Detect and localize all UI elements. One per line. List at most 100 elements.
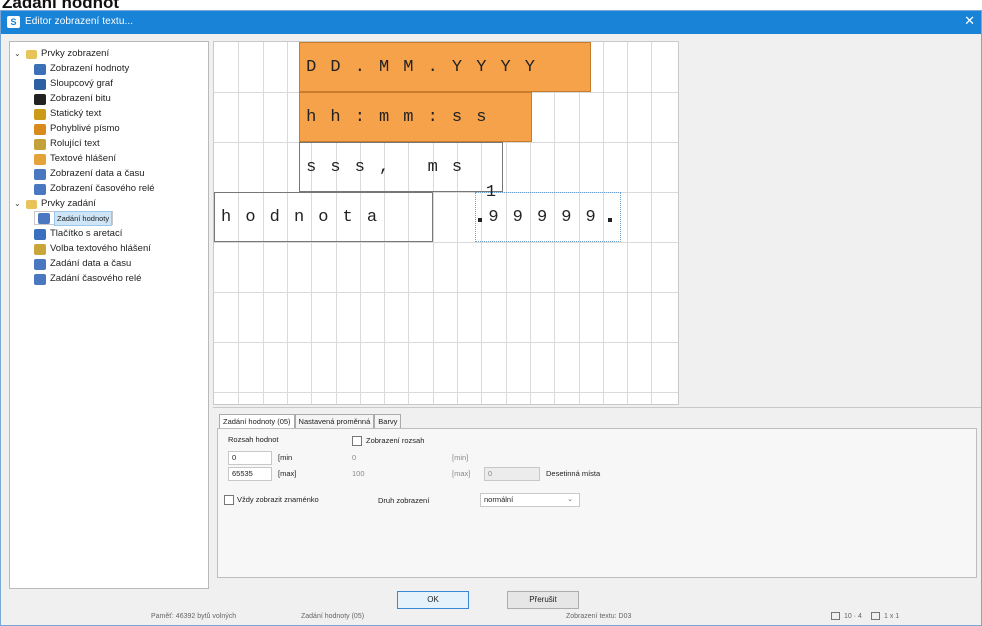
grid-line	[627, 42, 629, 404]
app-icon: S	[7, 16, 20, 28]
tree-item-label: Statický text	[50, 108, 102, 119]
canvas-char: s	[330, 157, 341, 177]
element-icon	[34, 273, 46, 285]
cancel-button[interactable]: Přerušit	[507, 591, 579, 609]
tree-item-label: Zadání hodnoty	[54, 210, 113, 226]
chevron-down-icon[interactable]: ⌄	[14, 196, 24, 212]
max-unit-label: [max]	[278, 469, 297, 478]
tree-item[interactable]: Zobrazení data a času	[34, 166, 145, 182]
canvas-char: .	[427, 57, 438, 77]
tree-item[interactable]: Zobrazení časového relé	[34, 181, 155, 197]
tab-value-input[interactable]: Zadání hodnoty (05)	[219, 414, 295, 428]
tree-group[interactable]: ⌄ Prvky zobrazení	[14, 46, 109, 62]
tree-item-label: Zadání data a času	[50, 258, 132, 269]
element-icon	[34, 93, 46, 105]
max-value-input[interactable]: 65535	[228, 467, 272, 481]
tree-item[interactable]: Volba textového hlášení	[34, 241, 151, 257]
tree-item-label: Pohyblivé písmo	[50, 123, 120, 134]
close-icon[interactable]: ✕	[964, 14, 975, 28]
ok-button[interactable]: OK	[397, 591, 469, 609]
zoom-icon	[871, 612, 880, 620]
display-canvas[interactable]: DD.MM.YYYYhh:mm:sssss,mshodnota999991	[213, 41, 679, 405]
canvas-char: :	[427, 107, 438, 127]
canvas-char: M	[403, 57, 414, 77]
tree-item-label: Zobrazení časového relé	[50, 183, 155, 194]
canvas-char: m	[403, 107, 414, 127]
canvas-char: h	[221, 207, 232, 227]
tree-item-label: Zobrazení bitu	[50, 93, 111, 104]
canvas-char: d	[269, 207, 280, 227]
canvas-char: Y	[500, 57, 511, 77]
canvas-char: ,	[378, 157, 390, 177]
canvas-char: s	[476, 107, 487, 127]
tree-item[interactable]: Zobrazení bitu	[34, 91, 111, 107]
tree-item[interactable]: Zadání hodnoty	[34, 210, 114, 226]
canvas-char: a	[366, 207, 378, 227]
tab-colors[interactable]: Barvy	[374, 414, 402, 428]
grid-line	[214, 292, 678, 293]
element-icon	[34, 123, 46, 135]
index-marker: 1	[485, 182, 497, 202]
property-tabs: Zadání hodnoty (05) Nastavená proměnná B…	[219, 414, 402, 428]
show-range-checkbox[interactable]	[352, 436, 362, 446]
tree-item[interactable]: Zadání časového relé	[34, 271, 141, 287]
tree-item[interactable]: Tlačítko s aretací	[34, 226, 122, 242]
tree-item-label: Zadání časového relé	[50, 273, 142, 284]
tree-item[interactable]: Zobrazení hodnoty	[34, 61, 129, 77]
tree-item[interactable]: Sloupcový graf	[34, 76, 113, 92]
canvas-char: h	[330, 107, 341, 127]
show-min-value: 0	[352, 453, 357, 462]
canvas-char: n	[293, 207, 305, 227]
window-title: Editor zobrazení textu...	[25, 16, 134, 27]
display-type-select[interactable]: normální ⌄	[480, 493, 580, 507]
properties-panel: Zadání hodnoty (05) Nastavená proměnná B…	[213, 407, 981, 587]
canvas-char: s	[451, 107, 463, 127]
min-value-input[interactable]: 0	[228, 451, 272, 465]
canvas-char: s	[451, 157, 463, 177]
canvas-char	[396, 142, 420, 192]
tree-group-label: Prvky zobrazení	[41, 48, 110, 59]
canvas-char: 9	[585, 207, 596, 227]
status-zoom: 1 x 1	[884, 613, 900, 620]
show-max-unit: [max]	[452, 469, 471, 478]
canvas-char: D	[306, 57, 317, 77]
canvas-char: s	[306, 157, 317, 177]
grid-icon	[831, 612, 840, 620]
canvas-char: D	[330, 57, 341, 77]
tree-item[interactable]: Rolující text	[34, 136, 100, 152]
folder-icon	[26, 199, 37, 209]
tree-item-label: Rolující text	[50, 138, 100, 149]
canvas-char: Y	[476, 57, 487, 77]
chevron-down-icon[interactable]: ⌄	[14, 46, 24, 62]
tab-variable[interactable]: Nastavená proměnná	[294, 414, 375, 428]
element-icon	[34, 168, 46, 180]
tree-item[interactable]: Textové hlášení	[34, 151, 116, 167]
show-max-value: 100	[352, 469, 365, 478]
element-icon	[34, 138, 46, 150]
element-icon	[34, 108, 46, 120]
resize-handle[interactable]	[607, 218, 612, 222]
chevron-down-icon: ⌄	[567, 496, 573, 503]
tab-content: Rozsah hodnot 0 [min 65535 [max] Zobraze…	[217, 428, 977, 578]
grid-line	[651, 42, 653, 404]
resize-handle[interactable]	[477, 218, 482, 222]
show-range-label: Zobrazení rozsah	[366, 436, 425, 445]
canvas-char: o	[318, 207, 329, 227]
tree-item-label: Sloupcový graf	[50, 78, 113, 89]
canvas-char: m	[378, 107, 390, 127]
tree-item-label: Zobrazení hodnoty	[50, 63, 130, 74]
tree-item[interactable]: Zadání data a času	[34, 256, 131, 272]
element-icon	[34, 78, 46, 90]
always-sign-checkbox[interactable]	[224, 495, 234, 505]
min-unit-label: [min	[278, 453, 293, 462]
tree-item[interactable]: Statický text	[34, 106, 101, 122]
element-icon	[34, 183, 46, 195]
display-type-label: Druh zobrazení	[378, 496, 430, 505]
range-label: Rozsah hodnot	[228, 435, 279, 444]
tree-item[interactable]: Pohyblivé písmo	[34, 121, 120, 137]
show-min-unit: [min]	[452, 453, 469, 462]
element-tree: ⌄ Prvky zobrazení Zobrazení hodnoty Sloupco…	[9, 41, 209, 589]
tree-item-label: Volba textového hlášení	[50, 243, 151, 254]
element-icon	[34, 258, 46, 270]
decimals-select[interactable]: 0	[484, 467, 540, 481]
